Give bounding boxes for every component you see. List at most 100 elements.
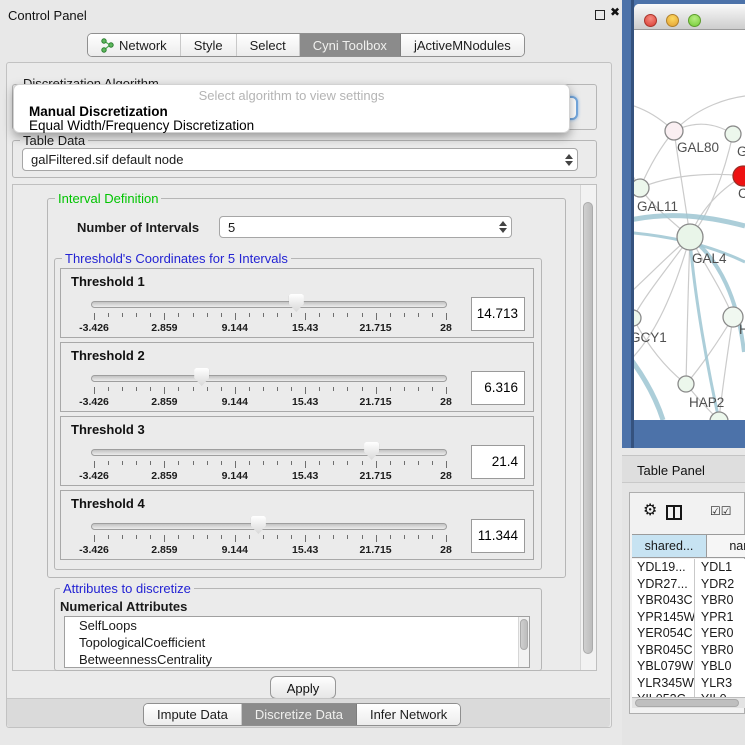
threshold-value-field[interactable]: 21.4 xyxy=(471,445,525,479)
bottom-tab-bar: Impute DataDiscretize DataInfer Network xyxy=(143,703,461,726)
slider-tick xyxy=(235,535,236,542)
cell-name[interactable]: YER0 xyxy=(695,625,745,642)
cell-name[interactable]: YBR0 xyxy=(695,592,745,609)
slider-tick xyxy=(235,387,236,394)
threshold-slider-track[interactable] xyxy=(91,301,447,308)
number-of-intervals-combobox[interactable]: 5 xyxy=(219,216,512,238)
GAL11-node[interactable] xyxy=(634,179,649,197)
slider-tick xyxy=(277,387,278,391)
minimize-button[interactable] xyxy=(666,14,679,27)
table-row[interactable]: YBR045CYBR0 xyxy=(632,642,745,659)
slider-tick xyxy=(376,535,377,542)
cell-name[interactable]: YBL0 xyxy=(695,658,745,675)
node-label-gcy1: GCY1 xyxy=(634,330,667,345)
threshold-slider-thumb[interactable] xyxy=(251,516,266,534)
combobox-arrows-icon[interactable] xyxy=(495,221,511,233)
node-label-gal11: GAL11 xyxy=(637,199,678,214)
attributes-scrollbar-thumb[interactable] xyxy=(520,619,528,650)
attribute-item-betweennesscentrality[interactable]: BetweennessCentrality xyxy=(65,651,529,668)
threshold-value-field[interactable]: 14.713 xyxy=(471,297,525,331)
table-hscrollbar-track[interactable] xyxy=(632,697,745,708)
select-columns-icon[interactable]: ☑☑ xyxy=(710,504,732,518)
table-hscrollbar-thumb[interactable] xyxy=(635,699,739,707)
GAL4-node[interactable] xyxy=(677,224,703,250)
slider-tick xyxy=(122,387,123,391)
cell-shared-name[interactable]: YBL079W xyxy=(632,658,695,675)
column-header-name[interactable]: name xyxy=(707,535,745,557)
tab-network[interactable]: Network xyxy=(88,34,181,56)
table-row[interactable]: YPR145WYPR1 xyxy=(632,609,745,626)
cell-shared-name[interactable]: YLR345W xyxy=(632,675,695,692)
threshold-slider-thumb[interactable] xyxy=(289,294,304,312)
node-top-right[interactable] xyxy=(725,126,741,142)
cell-shared-name[interactable]: YPR145W xyxy=(632,609,695,626)
GAL80-node[interactable] xyxy=(665,122,683,140)
table-row[interactable]: YDR27...YDR2 xyxy=(632,576,745,593)
close-button[interactable] xyxy=(644,14,657,27)
network-window-titlebar[interactable] xyxy=(634,4,745,30)
cell-name[interactable]: YDR2 xyxy=(695,576,745,593)
cell-shared-name[interactable]: YDL19... xyxy=(632,559,695,576)
node-table-panel: ⚙ ☑☑ shared... name YDL19...YDL1YDR27...… xyxy=(629,492,745,714)
threshold-value-field[interactable]: 11.344 xyxy=(471,519,525,553)
slider-tick xyxy=(178,535,179,539)
cell-shared-name[interactable]: YDR27... xyxy=(632,576,695,593)
cell-shared-name[interactable]: YER054C xyxy=(632,625,695,642)
cell-name[interactable]: YPR1 xyxy=(695,609,745,626)
gear-icon[interactable]: ⚙ xyxy=(643,502,657,518)
GCY1-node[interactable] xyxy=(634,310,641,326)
cell-name[interactable]: YLR3 xyxy=(695,675,745,692)
slider-tick-label: 15.43 xyxy=(273,322,337,334)
tab-cyni-toolbox[interactable]: Cyni Toolbox xyxy=(300,34,401,56)
threshold-value-field[interactable]: 6.316 xyxy=(471,371,525,405)
slider-tick xyxy=(418,461,419,465)
settings-scrollbar-thumb[interactable] xyxy=(583,202,593,654)
apply-button[interactable]: Apply xyxy=(270,676,336,699)
network-edge[interactable] xyxy=(634,348,663,420)
tab-jactivemnodules[interactable]: jActiveMNodules xyxy=(401,34,524,56)
threshold-slider-track[interactable] xyxy=(91,375,447,382)
tab-discretize-data[interactable]: Discretize Data xyxy=(242,704,357,725)
slider-tick xyxy=(235,461,236,468)
cell-name[interactable]: YDL1 xyxy=(695,559,745,576)
cell-shared-name[interactable]: YBR045C xyxy=(632,642,695,659)
tab-infer-network[interactable]: Infer Network xyxy=(357,704,460,725)
network-edge[interactable] xyxy=(634,237,690,318)
network-edge[interactable] xyxy=(686,237,690,384)
table-row[interactable]: YBR043CYBR0 xyxy=(632,592,745,609)
table-header-row: shared... name xyxy=(632,534,745,558)
selected-red-node[interactable] xyxy=(733,166,745,186)
slider-tick xyxy=(193,535,194,539)
table-row[interactable]: YBL079WYBL0 xyxy=(632,658,745,675)
tab-select[interactable]: Select xyxy=(237,34,300,56)
table-row[interactable]: YDL19...YDL1 xyxy=(632,559,745,576)
zoom-button[interactable] xyxy=(688,14,701,27)
cell-name[interactable]: YBR0 xyxy=(695,642,745,659)
tab-impute-data[interactable]: Impute Data xyxy=(144,704,242,725)
threshold-slider-thumb[interactable] xyxy=(194,368,209,386)
slider-tick-label: 28 xyxy=(414,396,478,408)
show-columns-icon[interactable] xyxy=(666,505,682,520)
dropdown-item-manual-discretization[interactable]: Manual Discretization xyxy=(17,104,566,119)
column-header-shared-name[interactable]: shared... xyxy=(632,535,707,557)
threshold-slider-thumb[interactable] xyxy=(364,442,379,460)
table-row[interactable]: YER054CYER0 xyxy=(632,625,745,642)
attribute-item-topologicalcoefficient[interactable]: TopologicalCoefficient xyxy=(65,634,529,651)
slider-tick xyxy=(333,461,334,465)
table-data-combobox[interactable]: galFiltered.sif default node xyxy=(22,148,578,171)
cell-shared-name[interactable]: YBR043C xyxy=(632,592,695,609)
node-label-h: H xyxy=(739,322,745,337)
attribute-item-selfloops[interactable]: SelfLoops xyxy=(65,617,529,634)
float-window-icon[interactable] xyxy=(595,10,605,20)
network-canvas[interactable]: GAL80GCGAL11GAL4GCY1HHAP2 xyxy=(634,30,745,420)
slider-tick xyxy=(150,461,151,465)
threshold-slider-track[interactable] xyxy=(91,523,447,530)
tab-style[interactable]: Style xyxy=(181,34,237,56)
close-icon[interactable]: ✖ xyxy=(610,5,620,19)
combobox-arrows-icon[interactable] xyxy=(561,154,577,166)
dropdown-item-equal-width-frequency[interactable]: Equal Width/Frequency Discretization xyxy=(17,118,566,133)
table-row[interactable]: YLR345WYLR3 xyxy=(632,675,745,692)
threshold-slider-track[interactable] xyxy=(91,449,447,456)
table-panel-titlebar: Table Panel xyxy=(622,455,745,483)
HAP2-node[interactable] xyxy=(678,376,694,392)
